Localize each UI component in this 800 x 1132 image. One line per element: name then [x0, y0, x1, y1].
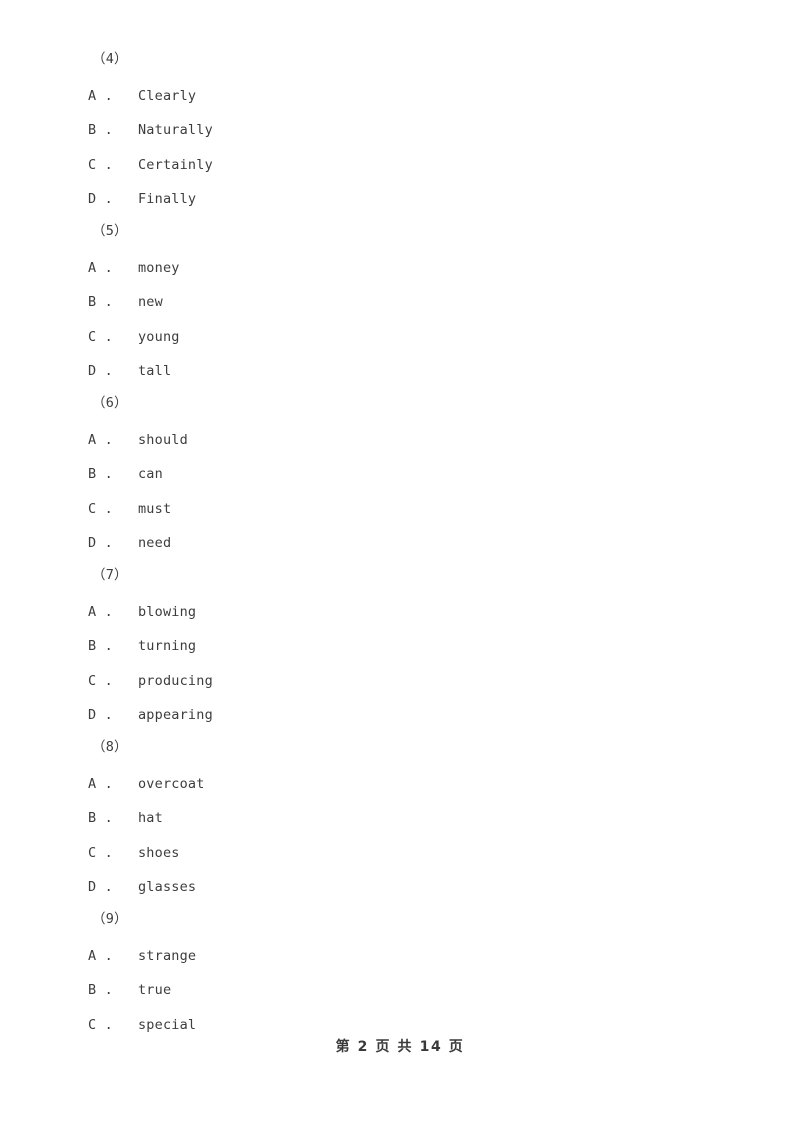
- option-text: producing: [137, 673, 213, 689]
- option-row[interactable]: C . special: [88, 1018, 196, 1032]
- option-row[interactable]: A . overcoat: [88, 777, 205, 791]
- option-row[interactable]: C . shoes: [88, 846, 180, 860]
- option-label: C .: [88, 157, 130, 173]
- option-label: D .: [88, 535, 130, 551]
- option-row[interactable]: B . turning: [88, 639, 196, 653]
- option-label: D .: [88, 363, 130, 379]
- option-label: A .: [88, 260, 130, 276]
- option-text: money: [137, 260, 180, 276]
- option-label: B .: [88, 810, 130, 826]
- option-text: Finally: [137, 191, 197, 207]
- document-page: （4） A . Clearly B . Naturally C . Certai…: [0, 0, 800, 1132]
- question-number: （4）: [92, 51, 128, 67]
- option-label: B .: [88, 122, 130, 138]
- option-text: hat: [137, 810, 163, 826]
- option-label: B .: [88, 294, 130, 310]
- option-text: young: [137, 329, 180, 345]
- option-text: turning: [137, 638, 197, 654]
- option-text: tall: [137, 363, 172, 379]
- option-row[interactable]: B . hat: [88, 811, 163, 825]
- option-row[interactable]: B . true: [88, 983, 171, 997]
- option-row[interactable]: D . tall: [88, 364, 171, 378]
- option-label: D .: [88, 191, 130, 207]
- option-text: Clearly: [137, 88, 197, 104]
- page-footer: 第 2 页 共 14 页: [335, 1039, 465, 1055]
- option-label: A .: [88, 432, 130, 448]
- option-row[interactable]: B . new: [88, 295, 163, 309]
- option-label: B .: [88, 638, 130, 654]
- option-label: B .: [88, 982, 130, 998]
- option-text: appearing: [137, 707, 213, 723]
- option-row[interactable]: A . should: [88, 433, 188, 447]
- option-label: A .: [88, 776, 130, 792]
- option-row[interactable]: C . Certainly: [88, 158, 213, 172]
- option-text: can: [137, 466, 163, 482]
- option-label: B .: [88, 466, 130, 482]
- option-row[interactable]: A . money: [88, 261, 180, 275]
- option-text: strange: [137, 948, 197, 964]
- question-number: （8）: [92, 739, 128, 755]
- option-text: need: [137, 535, 172, 551]
- option-text: Naturally: [137, 122, 213, 138]
- option-row[interactable]: C . producing: [88, 674, 213, 688]
- option-row[interactable]: C . must: [88, 502, 171, 516]
- option-text: glasses: [137, 879, 197, 895]
- option-row[interactable]: A . strange: [88, 949, 196, 963]
- option-text: special: [137, 1017, 197, 1033]
- option-text: true: [137, 982, 172, 998]
- option-row[interactable]: C . young: [88, 330, 180, 344]
- option-label: D .: [88, 879, 130, 895]
- option-label: C .: [88, 329, 130, 345]
- option-row[interactable]: D . Finally: [88, 192, 196, 206]
- question-number: （9）: [92, 911, 128, 927]
- option-text: overcoat: [137, 776, 205, 792]
- question-number: （7）: [92, 567, 128, 583]
- option-label: C .: [88, 673, 130, 689]
- option-text: blowing: [137, 604, 197, 620]
- option-row[interactable]: B . Naturally: [88, 123, 213, 137]
- option-label: A .: [88, 948, 130, 964]
- option-row[interactable]: D . appearing: [88, 708, 213, 722]
- option-text: must: [137, 501, 172, 517]
- option-label: A .: [88, 604, 130, 620]
- option-label: C .: [88, 501, 130, 517]
- option-row[interactable]: D . need: [88, 536, 171, 550]
- option-text: shoes: [137, 845, 180, 861]
- option-label: A .: [88, 88, 130, 104]
- option-label: C .: [88, 845, 130, 861]
- option-row[interactable]: D . glasses: [88, 880, 196, 894]
- option-row[interactable]: A . Clearly: [88, 89, 196, 103]
- option-text: should: [137, 432, 188, 448]
- option-label: C .: [88, 1017, 130, 1033]
- option-row[interactable]: A . blowing: [88, 605, 196, 619]
- option-text: Certainly: [137, 157, 213, 173]
- question-number: （6）: [92, 395, 128, 411]
- option-text: new: [137, 294, 163, 310]
- option-row[interactable]: B . can: [88, 467, 163, 481]
- question-number: （5）: [92, 223, 128, 239]
- option-label: D .: [88, 707, 130, 723]
